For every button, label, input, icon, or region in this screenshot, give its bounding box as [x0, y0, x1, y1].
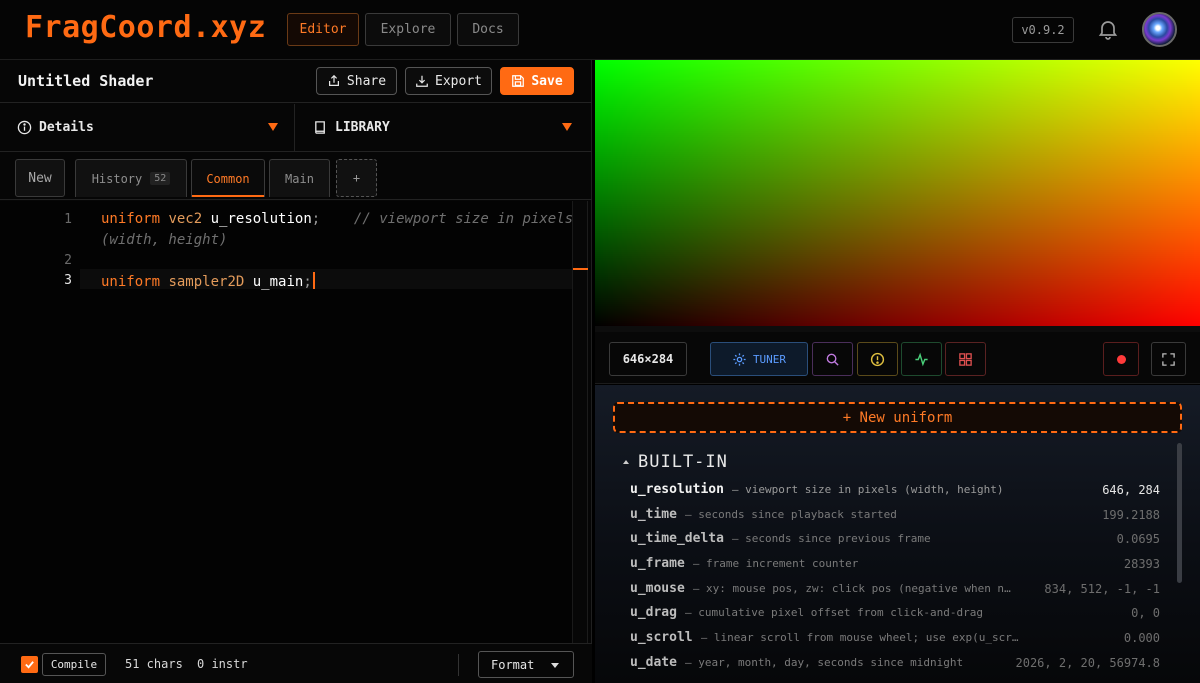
export-button[interactable]: Export: [405, 67, 492, 95]
add-tab-button[interactable]: +: [336, 159, 377, 197]
check-icon: [25, 661, 34, 669]
chevron-down-icon: [268, 123, 278, 131]
tuner-panel: + New uniform BUILT-IN u_resolution — vie…: [595, 385, 1200, 683]
uniform-row[interactable]: u_mouse — xy: mouse pos, zw: click pos (n…: [630, 581, 1160, 601]
performance-tab[interactable]: [901, 342, 942, 376]
scroll-marker: [573, 268, 588, 270]
builtin-label: BUILT-IN: [638, 452, 728, 472]
instr-count: 0 instr: [197, 657, 248, 671]
uniform-row[interactable]: u_date — year, month, day, seconds since …: [630, 655, 1160, 675]
export-label: Export: [435, 73, 482, 89]
uniform-row[interactable]: u_frame — frame increment counter 28393: [630, 556, 1160, 576]
download-icon: [416, 75, 428, 87]
share-icon: [328, 74, 339, 86]
code-editor[interactable]: 1 uniform vec2 u_resolution; // viewport…: [0, 201, 588, 643]
app-logo[interactable]: FragCoord.xyz: [25, 10, 266, 45]
fullscreen-icon: [1162, 352, 1175, 366]
shader-preview-canvas[interactable]: [595, 60, 1200, 326]
tab-history-label: History: [91, 171, 143, 186]
code-line: uniform vec2 u_resolution; // viewport s…: [101, 211, 574, 227]
editor-pane: Untitled Shader Share Export Save Detail…: [0, 60, 592, 683]
search-icon: [826, 353, 839, 366]
grid-tab[interactable]: [945, 342, 986, 376]
top-bar: FragCoord.xyz Editor Explore Docs v0.9.2: [0, 0, 1200, 60]
new-uniform-button[interactable]: + New uniform: [613, 402, 1182, 433]
preview-toolbar: 646×284 TUNER: [595, 326, 1200, 384]
alert-icon: [870, 352, 885, 366]
details-label: Details: [39, 120, 94, 135]
shader-title[interactable]: Untitled Shader: [18, 72, 153, 90]
divider: [458, 654, 459, 676]
format-dropdown[interactable]: Format: [478, 651, 574, 678]
share-label: Share: [346, 73, 387, 89]
shader-header: Untitled Shader Share Export Save: [0, 60, 592, 103]
builtin-section-header[interactable]: BUILT-IN: [623, 452, 728, 472]
tab-history[interactable]: History 52: [75, 159, 187, 197]
tuner-label: TUNER: [752, 352, 787, 366]
chevron-down-icon: [551, 663, 559, 668]
tab-main[interactable]: Main: [269, 159, 330, 197]
uniform-row[interactable]: u_time — seconds since playback started 19…: [630, 507, 1160, 527]
uniform-row[interactable]: u_time_delta — seconds since previous fra…: [630, 531, 1160, 551]
format-label: Format: [491, 657, 535, 672]
char-count: 51 chars: [125, 657, 183, 671]
search-tab[interactable]: [812, 342, 853, 376]
editor-tabs: New History 52 Common Main +: [0, 152, 592, 200]
code-line: uniform sampler2D u_main;: [101, 272, 315, 290]
editor-scrollbar[interactable]: [572, 201, 588, 643]
resolution-display: 646×284: [609, 342, 687, 376]
book-icon: [315, 121, 325, 134]
line-number: 2: [64, 253, 72, 268]
library-dropdown[interactable]: LIBRARY: [296, 104, 592, 151]
bell-icon[interactable]: [1096, 17, 1120, 41]
save-label: Save: [531, 73, 563, 89]
share-button[interactable]: Share: [316, 67, 397, 95]
nav-editor[interactable]: Editor: [287, 13, 359, 46]
library-label: LIBRARY: [335, 120, 390, 135]
nav-docs[interactable]: Docs: [457, 13, 519, 46]
uniform-row[interactable]: u_drag — cumulative pixel offset from cli…: [630, 605, 1160, 625]
uniform-row[interactable]: u_scroll — linear scroll from mouse wheel…: [630, 630, 1160, 650]
user-avatar[interactable]: [1142, 12, 1177, 47]
status-bar: Compile 51 chars 0 instr Format: [0, 643, 592, 683]
panel-toggles: Details LIBRARY: [0, 104, 592, 152]
grid-icon: [959, 352, 972, 366]
compile-button[interactable]: Compile: [42, 653, 106, 676]
record-icon: [1116, 354, 1126, 364]
tuner-scrollbar[interactable]: [1177, 443, 1182, 583]
line-number: 3: [64, 273, 72, 288]
details-dropdown[interactable]: Details: [0, 104, 295, 151]
fullscreen-button[interactable]: [1151, 342, 1186, 376]
save-icon: [512, 75, 525, 87]
collapse-icon: [623, 460, 629, 464]
text-cursor: [312, 272, 315, 289]
tab-common[interactable]: Common: [191, 159, 265, 197]
code-line-wrap: (width, height): [101, 232, 228, 248]
version-badge: v0.9.2: [1012, 17, 1074, 43]
save-button[interactable]: Save: [500, 67, 574, 95]
nav-explore[interactable]: Explore: [365, 13, 451, 46]
history-count-badge: 52: [150, 172, 171, 185]
activity-icon: [915, 352, 928, 366]
uniform-row[interactable]: u_resolution — viewport size in pixels (w…: [630, 482, 1160, 502]
record-button[interactable]: [1103, 342, 1139, 376]
tuner-tab[interactable]: TUNER: [710, 342, 808, 376]
tab-new[interactable]: New: [15, 159, 65, 197]
line-number: 1: [64, 212, 72, 227]
gear-icon: [733, 352, 746, 366]
warnings-tab[interactable]: [857, 342, 898, 376]
chevron-down-icon: [562, 123, 572, 131]
compile-checkbox[interactable]: [21, 656, 38, 673]
info-icon: [17, 120, 32, 135]
